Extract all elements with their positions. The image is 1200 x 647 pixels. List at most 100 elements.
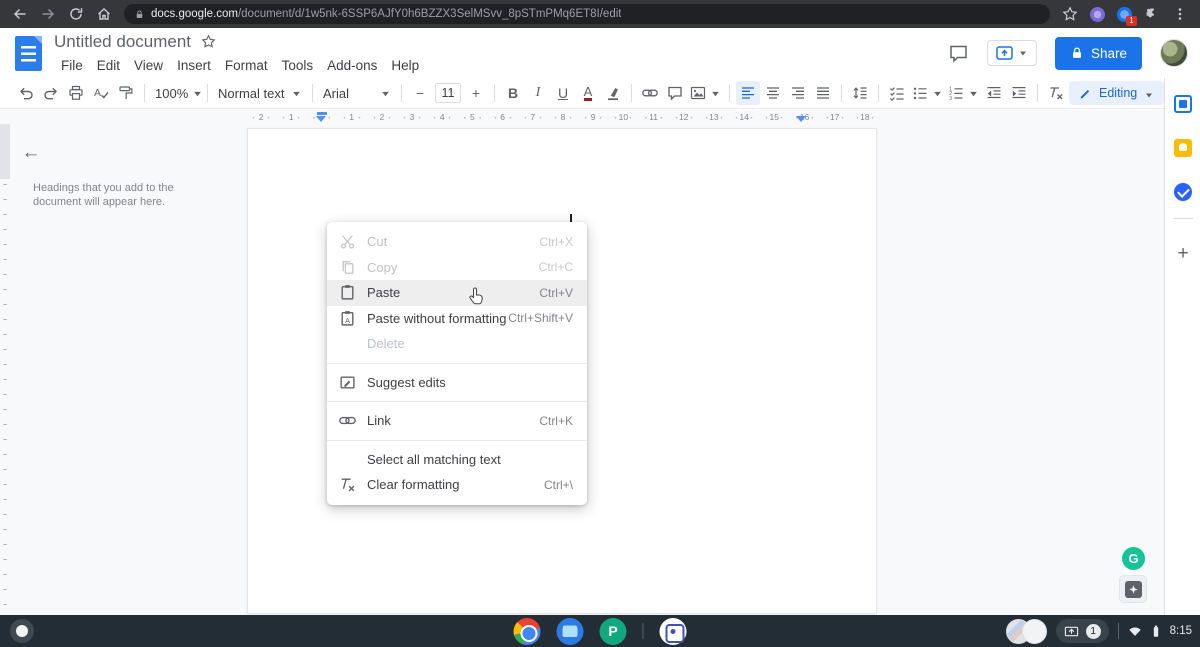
toolbar-styles-select[interactable]: Normal text: [214, 81, 306, 105]
toolbar-text-color[interactable]: A: [576, 81, 600, 105]
google-tasks-icon[interactable]: [1174, 183, 1192, 201]
user-avatar[interactable]: [1160, 39, 1188, 67]
caret-down-icon: [968, 88, 979, 99]
extension-icon[interactable]: [1090, 7, 1105, 22]
link-shortcut: Ctrl+K: [539, 414, 573, 428]
clear-format-icon: [339, 476, 356, 493]
clock-text: 8:15: [1170, 625, 1192, 637]
browser-menu-kebab-icon[interactable]: [1172, 6, 1188, 22]
toolbar-font-size-increase[interactable]: +: [464, 81, 488, 105]
toolbar-align-left[interactable]: [736, 81, 760, 105]
toolbar-font-select[interactable]: Arial: [319, 81, 395, 105]
document-title[interactable]: Untitled document: [54, 32, 191, 52]
context-menu-item-paste-without-formatting[interactable]: APaste without formattingCtrl+Shift+V: [327, 306, 587, 332]
explore-button[interactable]: [1119, 575, 1147, 603]
toolbar-spellcheck[interactable]: A: [89, 81, 113, 105]
files-app-icon[interactable]: [557, 618, 584, 645]
google-calendar-icon[interactable]: [1174, 95, 1192, 113]
toolbar-bulleted-list[interactable]: [910, 81, 945, 105]
screen-share-icon: [1064, 624, 1079, 639]
context-menu-item-select-all-matching-text[interactable]: Select all matching text: [327, 447, 587, 473]
redo-icon: [43, 85, 59, 101]
toolbar-align-right[interactable]: [786, 81, 810, 105]
toolbar-font-size-value[interactable]: 11: [435, 83, 461, 103]
ruler-number: 6: [488, 110, 518, 124]
menu-addons[interactable]: Add-ons: [320, 56, 384, 75]
grammarly-icon[interactable]: G: [1122, 547, 1145, 570]
menu-format[interactable]: Format: [218, 56, 275, 75]
ruler-number: 1: [276, 110, 306, 124]
text-color-glyph: A: [584, 86, 593, 101]
toolbar-paint-format[interactable]: [114, 81, 138, 105]
toolbar-zoom-select[interactable]: 100%: [151, 81, 201, 105]
context-menu-item-link[interactable]: LinkCtrl+K: [327, 408, 587, 434]
system-tray[interactable]: 8:15: [1128, 624, 1192, 638]
star-document-icon[interactable]: [201, 34, 216, 49]
shelf-status-area: 1 8:15: [1006, 615, 1192, 647]
toolbar-underline[interactable]: U: [551, 81, 575, 105]
toolbar-redo[interactable]: [39, 81, 63, 105]
toolbar-bold[interactable]: B: [501, 81, 525, 105]
toolbar-italic[interactable]: I: [526, 81, 550, 105]
toolbar-checklist[interactable]: [885, 81, 909, 105]
menu-tools[interactable]: Tools: [275, 56, 321, 75]
p-app-icon[interactable]: P: [600, 618, 627, 645]
forward-icon[interactable]: [40, 6, 56, 22]
editing-mode-button[interactable]: Editing: [1069, 81, 1164, 105]
toolbar-line-spacing[interactable]: [848, 81, 872, 105]
suggest-edits-icon: [339, 374, 356, 391]
toolbar-highlight-color[interactable]: [601, 81, 625, 105]
get-add-ons-plus-icon[interactable]: +: [1172, 243, 1194, 265]
toolbar-decrease-indent[interactable]: [982, 81, 1006, 105]
share-button[interactable]: Share: [1055, 37, 1142, 70]
toolbar-increase-indent[interactable]: [1007, 81, 1031, 105]
extensions-puzzle-icon[interactable]: [1144, 6, 1160, 22]
ruler-number: 2: [246, 110, 276, 124]
toolbar-numbered-list[interactable]: 123: [946, 81, 981, 105]
ruler-number: 14: [729, 110, 759, 124]
tote-item[interactable]: [1022, 619, 1047, 644]
toolbar-insert-comment[interactable]: [663, 81, 687, 105]
launcher-button[interactable]: [10, 619, 34, 643]
menu-help[interactable]: Help: [384, 56, 426, 75]
link-icon: [642, 85, 658, 101]
screen-capture-app-icon[interactable]: [660, 618, 687, 645]
menubar: FileEditViewInsertFormatToolsAdd-onsHelp: [54, 55, 426, 77]
address-bar[interactable]: docs.google.com/document/d/1w5nk-6SSP6AJ…: [124, 4, 1050, 24]
back-icon[interactable]: [12, 6, 28, 22]
context-menu-item-clear-formatting[interactable]: Clear formattingCtrl+\: [327, 472, 587, 498]
menu-insert[interactable]: Insert: [170, 56, 218, 75]
menu-view[interactable]: View: [127, 56, 170, 75]
menu-edit[interactable]: Edit: [90, 56, 127, 75]
toolbar-undo[interactable]: [14, 81, 38, 105]
context-menu-item-paste[interactable]: PasteCtrl+V: [327, 280, 587, 306]
highlight-icon: [605, 85, 621, 101]
horizontal-ruler[interactable]: 21123456789101112131415161718: [0, 110, 1164, 124]
toolbar-font-size-decrease[interactable]: −: [408, 81, 432, 105]
toolbar-insert-link[interactable]: [638, 81, 662, 105]
context-menu-item-suggest-edits[interactable]: Suggest edits: [327, 370, 587, 396]
docs-logo[interactable]: [15, 36, 42, 71]
first-line-indent-marker[interactable]: [317, 112, 327, 115]
extension-badge-icon[interactable]: 1: [1117, 7, 1132, 22]
pencil-icon: [1079, 87, 1092, 100]
close-outline-arrow-icon[interactable]: ←: [20, 142, 42, 164]
toolbar-print[interactable]: [64, 81, 88, 105]
toolbar-insert-image[interactable]: [688, 81, 723, 105]
toolbar-align-justify[interactable]: [811, 81, 835, 105]
chrome-app-icon[interactable]: [514, 618, 541, 645]
holding-space-tote[interactable]: [1006, 619, 1047, 644]
notification-pill[interactable]: 1: [1056, 619, 1109, 643]
google-keep-icon[interactable]: [1174, 139, 1192, 157]
menu-file[interactable]: File: [54, 56, 90, 75]
ssl-lock-icon[interactable]: [134, 9, 145, 20]
home-icon[interactable]: [96, 6, 112, 22]
toolbar-align-center[interactable]: [761, 81, 785, 105]
reload-icon[interactable]: [68, 6, 84, 22]
left-indent-marker[interactable]: [316, 116, 326, 122]
toolbar-clear-formatting[interactable]: [1044, 81, 1068, 105]
present-to-meeting-button[interactable]: [987, 40, 1037, 66]
bookmark-star-icon[interactable]: [1062, 6, 1078, 22]
open-comments-icon[interactable]: [948, 43, 969, 64]
right-indent-marker[interactable]: [796, 116, 806, 122]
